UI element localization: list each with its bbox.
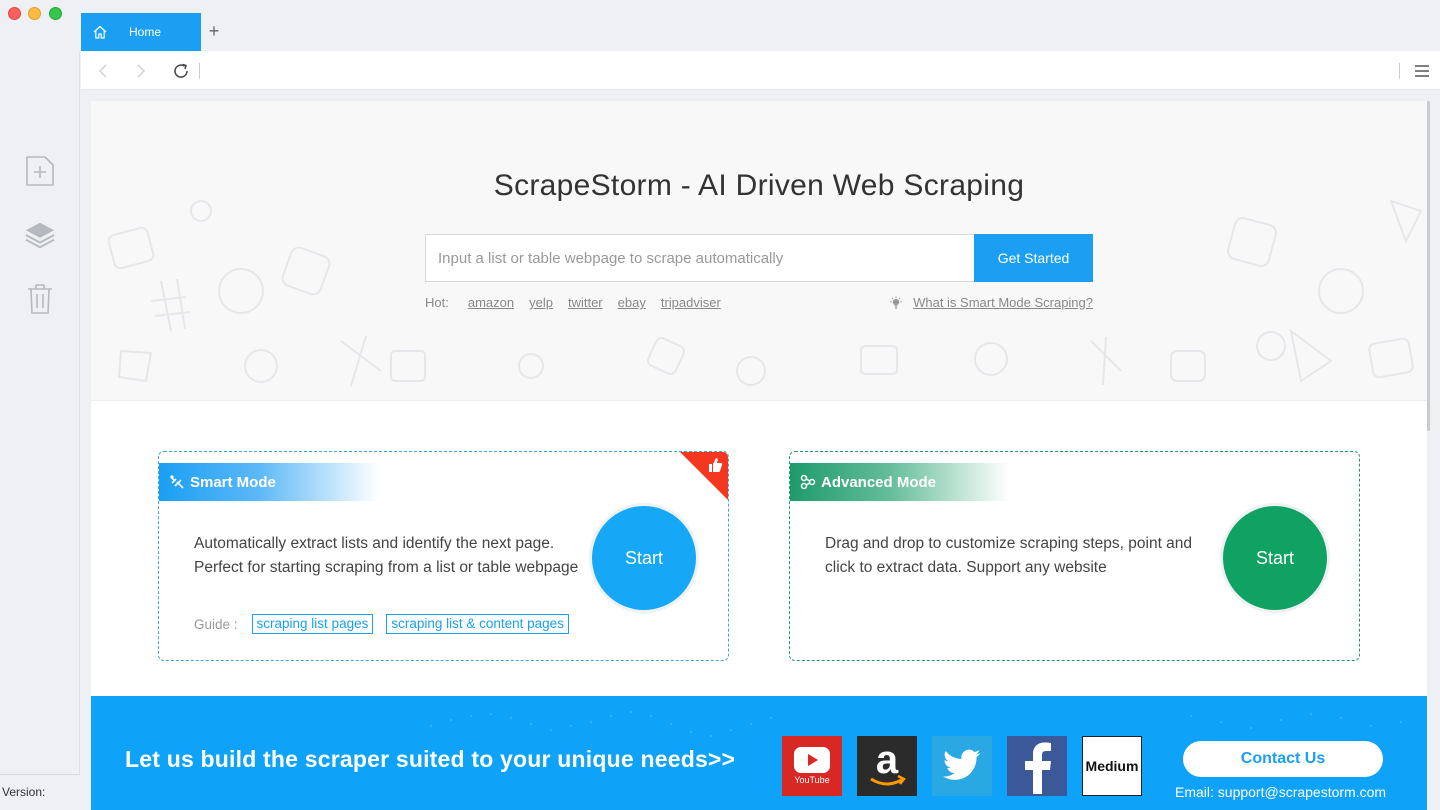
title-bar: Home + (0, 0, 1440, 52)
version-label: Version: (0, 774, 80, 810)
zoom-window-button[interactable] (49, 7, 62, 20)
smart-mode-description: Automatically extract lists and identify… (194, 535, 579, 576)
new-task-icon (26, 156, 54, 186)
facebook-icon (1025, 742, 1051, 794)
facebook-link[interactable] (1007, 736, 1067, 796)
smart-mode-start-button[interactable]: Start (592, 506, 696, 610)
custom-scraper-banner: Let us build the scraper suited to your … (91, 696, 1427, 810)
contact-us-button[interactable]: Contact Us (1183, 741, 1383, 777)
back-icon (98, 64, 107, 78)
hot-links: Hot: amazon yelp twitter ebay tripadvise… (425, 295, 736, 310)
layers-icon (25, 222, 55, 249)
reload-button[interactable] (171, 61, 191, 81)
advanced-mode-title: Advanced Mode (821, 473, 937, 491)
new-tab-button[interactable]: + (205, 20, 223, 42)
hot-link-tripadviser[interactable]: tripadviser (661, 295, 721, 310)
guide-link-list-pages[interactable]: scraping list pages (251, 614, 374, 634)
hot-link-yelp[interactable]: yelp (529, 295, 553, 310)
back-button[interactable] (93, 61, 113, 81)
sidebar: Version: (0, 52, 80, 810)
smart-mode-icon (169, 474, 185, 490)
tasks-button[interactable] (24, 218, 56, 252)
youtube-label: YouTube (794, 775, 830, 785)
tab-label: Home (129, 25, 162, 39)
url-search-input[interactable] (425, 234, 974, 282)
reload-icon (174, 63, 188, 78)
trash-icon (28, 284, 52, 314)
hero-section: ScrapeStorm - AI Driven Web Scraping Get… (91, 101, 1427, 401)
youtube-icon (794, 747, 830, 773)
twitter-link[interactable] (932, 736, 992, 796)
thumbs-up-icon (707, 457, 723, 473)
forward-button[interactable] (131, 61, 151, 81)
lightbulb-icon (890, 296, 902, 309)
page-title: ScrapeStorm - AI Driven Web Scraping (493, 169, 1025, 202)
support-email: Email: support@scrapestorm.com (1175, 784, 1387, 800)
new-task-button[interactable] (24, 154, 56, 188)
hot-label: Hot: (425, 295, 449, 310)
smart-mode-title: Smart Mode (190, 473, 276, 491)
hot-link-amazon[interactable]: amazon (468, 295, 514, 310)
address-separator (199, 63, 200, 79)
advanced-mode-start-button[interactable]: Start (1223, 506, 1327, 610)
menu-icon (1415, 65, 1429, 77)
youtube-link[interactable]: YouTube (782, 736, 842, 796)
amazon-link[interactable]: a (857, 736, 917, 796)
medium-link[interactable]: Medium (1082, 736, 1142, 796)
smart-mode-card: Smart Mode Automatically extract lists a… (158, 451, 729, 661)
guide-link-list-content-pages[interactable]: scraping list & content pages (386, 614, 569, 634)
menu-button[interactable] (1412, 61, 1432, 81)
hot-link-twitter[interactable]: twitter (568, 295, 603, 310)
menu-separator (1399, 63, 1400, 79)
smart-mode-help-link[interactable]: What is Smart Mode Scraping? (913, 295, 1093, 310)
advanced-mode-description: Drag and drop to customize scraping step… (825, 535, 1193, 576)
advanced-mode-card: Advanced Mode Drag and drop to customize… (789, 451, 1360, 661)
advanced-mode-icon (800, 474, 816, 490)
get-started-button[interactable]: Get Started (974, 234, 1093, 282)
smart-mode-header: Smart Mode (159, 463, 379, 501)
advanced-mode-header: Advanced Mode (790, 463, 1010, 501)
guide-label: Guide : (194, 616, 238, 632)
content-scrollbar[interactable] (1427, 101, 1430, 431)
smart-mode-help: What is Smart Mode Scraping? (889, 295, 1093, 310)
svg-text:a: a (876, 741, 899, 782)
trash-button[interactable] (24, 282, 56, 316)
twitter-icon (943, 749, 981, 780)
home-icon (81, 24, 119, 40)
forward-icon (137, 64, 146, 78)
browser-toolbar (81, 51, 1440, 90)
minimize-window-button[interactable] (28, 7, 41, 20)
tab-home[interactable]: Home (81, 13, 201, 51)
hot-link-ebay[interactable]: ebay (618, 295, 646, 310)
amazon-icon: a (870, 741, 906, 786)
home-page: ScrapeStorm - AI Driven Web Scraping Get… (91, 101, 1427, 810)
banner-headline[interactable]: Let us build the scraper suited to your … (125, 746, 735, 773)
close-window-button[interactable] (8, 7, 21, 20)
guide-row: Guide : scraping list pages scraping lis… (194, 614, 582, 634)
